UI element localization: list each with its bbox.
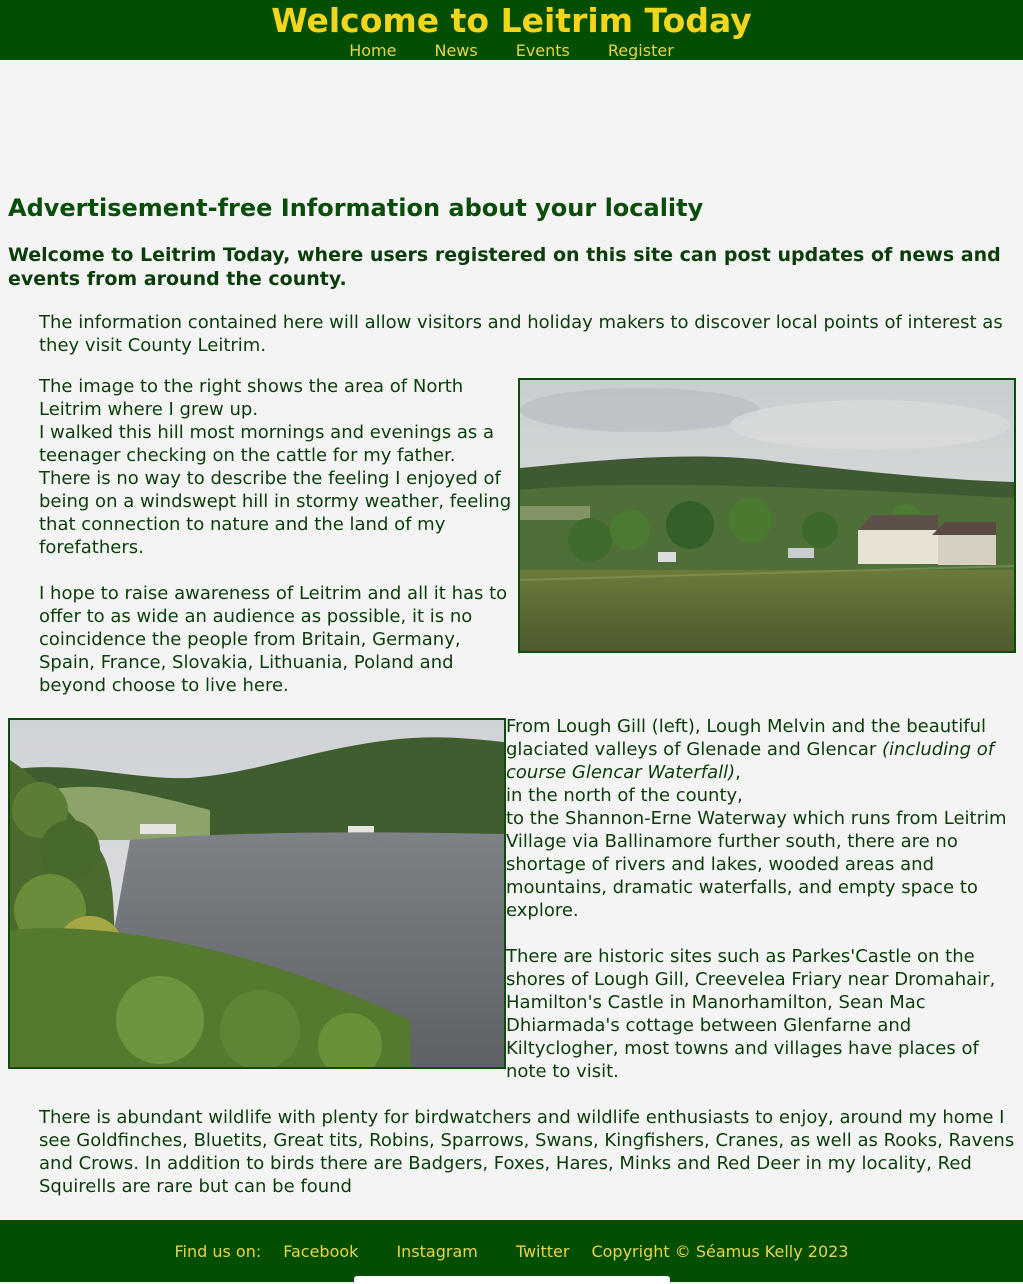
site-title: Welcome to Leitrim Today (271, 1, 752, 40)
intro-paragraph: The information contained here will allo… (39, 312, 1003, 356)
north-line: teenager checking on the cattle for my f… (39, 445, 456, 466)
awareness-paragraph: I hope to raise awareness of Leitrim and… (39, 582, 519, 697)
nav-events-link[interactable]: Events (516, 42, 570, 60)
facebook-link[interactable]: Facebook (283, 1242, 358, 1261)
north-line: There is no way to describe the feeling … (39, 468, 501, 489)
north-line: I walked this hill most mornings and eve… (39, 422, 495, 443)
north-leitrim-paragraph: The image to the right shows the area of… (39, 375, 519, 559)
awareness-line: beyond choose to live here. (39, 675, 289, 696)
page-heading: Advertisement-free Information about you… (8, 194, 704, 222)
awareness-line: offer to as wide an audience as possible… (39, 606, 473, 627)
welcome-subheading: Welcome to Leitrim Today, where users re… (8, 244, 1001, 290)
awareness-line: Spain, France, Slovakia, Lithuania, Pola… (39, 652, 454, 673)
awareness-line: I hope to raise awareness of Leitrim and… (39, 583, 508, 604)
north-line: forefathers. (39, 537, 144, 558)
nav-news-link[interactable]: News (434, 42, 477, 60)
lough-gill-photo (8, 718, 506, 1069)
lakes-paragraph: From Lough Gill (left), Lough Melvin and… (506, 715, 1016, 922)
twitter-link[interactable]: Twitter (516, 1242, 570, 1261)
lakes-north-text: in the north of the county, (506, 785, 743, 806)
nav-register-link[interactable]: Register (608, 42, 674, 60)
north-line: The image to the right shows the area of… (39, 376, 464, 397)
main-nav: Home News Events Register (0, 42, 1023, 60)
site-header: Welcome to Leitrim Today Home News Event… (0, 0, 1023, 60)
wildlife-paragraph: There is abundant wildlife with plenty f… (39, 1107, 1015, 1197)
north-leitrim-photo (518, 378, 1016, 653)
historic-sites-paragraph: There are historic sites such as Parkes'… (506, 946, 996, 1082)
lakes-waterway-text: to the Shannon-Erne Waterway which runs … (506, 808, 1007, 921)
north-line: Leitrim where I grew up. (39, 399, 259, 420)
lake-landscape-image (10, 720, 504, 1067)
lakes-comma: , (735, 762, 741, 783)
awareness-line: coincidence the people from Britain, Ger… (39, 629, 461, 650)
nav-home-link[interactable]: Home (349, 42, 396, 60)
scroll-indicator (354, 1276, 670, 1284)
site-footer: Find us on: Facebook Instagram Twitter C… (0, 1220, 1023, 1282)
instagram-link[interactable]: Instagram (396, 1242, 477, 1261)
hill-landscape-image (520, 380, 1014, 651)
north-line: that connection to nature and the land o… (39, 514, 446, 535)
copyright-text: Copyright © Séamus Kelly 2023 (591, 1241, 849, 1261)
find-us-label: Find us on: (174, 1241, 262, 1261)
north-line: being on a windswept hill in stormy weat… (39, 491, 512, 512)
